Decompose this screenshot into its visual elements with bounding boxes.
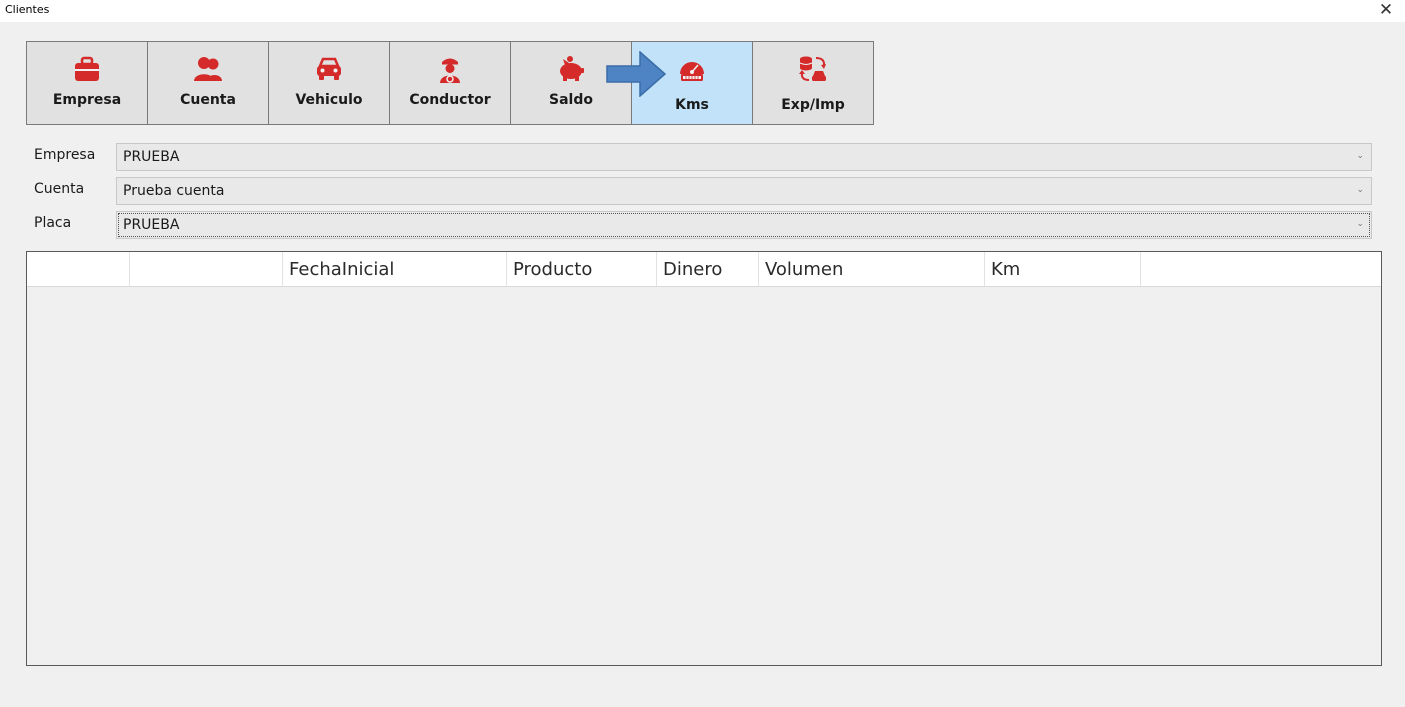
dinero-column-header[interactable]: Dinero bbox=[657, 252, 759, 286]
empresa-button[interactable]: Empresa bbox=[27, 42, 147, 124]
cuenta-button-label: Cuenta bbox=[180, 92, 236, 108]
arrow-right-icon bbox=[606, 51, 666, 97]
empresa-label: Empresa bbox=[34, 147, 96, 163]
blank-column-header[interactable] bbox=[130, 252, 283, 286]
close-button[interactable]: ✕ bbox=[1375, 0, 1397, 20]
conductor-button-label: Conductor bbox=[409, 92, 491, 108]
fechainicial-column-header[interactable]: FechaInicial bbox=[283, 252, 507, 286]
cuenta-select[interactable]: Prueba cuenta ⌄ bbox=[116, 177, 1372, 205]
vehiculo-button[interactable]: Vehiculo bbox=[269, 42, 389, 124]
driver-icon bbox=[440, 58, 460, 83]
conductor-button[interactable]: Conductor bbox=[390, 42, 510, 124]
producto-column-header[interactable]: Producto bbox=[507, 252, 657, 286]
exp-imp-button-label: Exp/Imp bbox=[781, 97, 845, 113]
volumen-column-header[interactable]: Volumen bbox=[759, 252, 985, 286]
kms-button-label: Kms bbox=[675, 97, 709, 113]
module-toolbar: Empresa Cuenta Vehiculo Conductor Saldo … bbox=[26, 41, 874, 125]
filler-column-header bbox=[1141, 252, 1381, 286]
placa-select-value: PRUEBA bbox=[123, 217, 180, 233]
placa-select[interactable]: PRUEBA ⌄ bbox=[116, 211, 1372, 239]
window-title: Clientes bbox=[5, 3, 50, 16]
placa-label: Placa bbox=[34, 215, 72, 231]
chevron-down-icon: ⌄ bbox=[1356, 219, 1364, 229]
briefcase-icon bbox=[75, 56, 99, 81]
km-column-header[interactable]: Km bbox=[985, 252, 1141, 286]
vehiculo-button-label: Vehiculo bbox=[295, 92, 363, 108]
empresa-select-value: PRUEBA bbox=[123, 149, 180, 165]
piggy-bank-icon bbox=[560, 56, 584, 81]
exp-imp-button[interactable]: Exp/Imp bbox=[753, 42, 873, 124]
empresa-button-label: Empresa bbox=[52, 92, 122, 108]
kms-data-grid[interactable]: FechaInicial Producto Dinero Volumen Km bbox=[26, 251, 1382, 666]
empresa-select[interactable]: PRUEBA ⌄ bbox=[116, 143, 1372, 171]
chevron-down-icon: ⌄ bbox=[1356, 185, 1364, 195]
chevron-down-icon: ⌄ bbox=[1356, 151, 1364, 161]
odometer-icon bbox=[680, 62, 704, 81]
row-header-column[interactable] bbox=[27, 252, 130, 286]
cuenta-select-value: Prueba cuenta bbox=[123, 183, 225, 199]
cuenta-button[interactable]: Cuenta bbox=[148, 42, 268, 124]
grid-header: FechaInicial Producto Dinero Volumen Km bbox=[27, 252, 1381, 287]
cuenta-label: Cuenta bbox=[34, 181, 85, 197]
title-bar: Clientes ✕ bbox=[0, 0, 1405, 22]
export-import-icon bbox=[799, 56, 826, 81]
users-icon bbox=[194, 57, 222, 81]
car-icon bbox=[317, 57, 341, 80]
